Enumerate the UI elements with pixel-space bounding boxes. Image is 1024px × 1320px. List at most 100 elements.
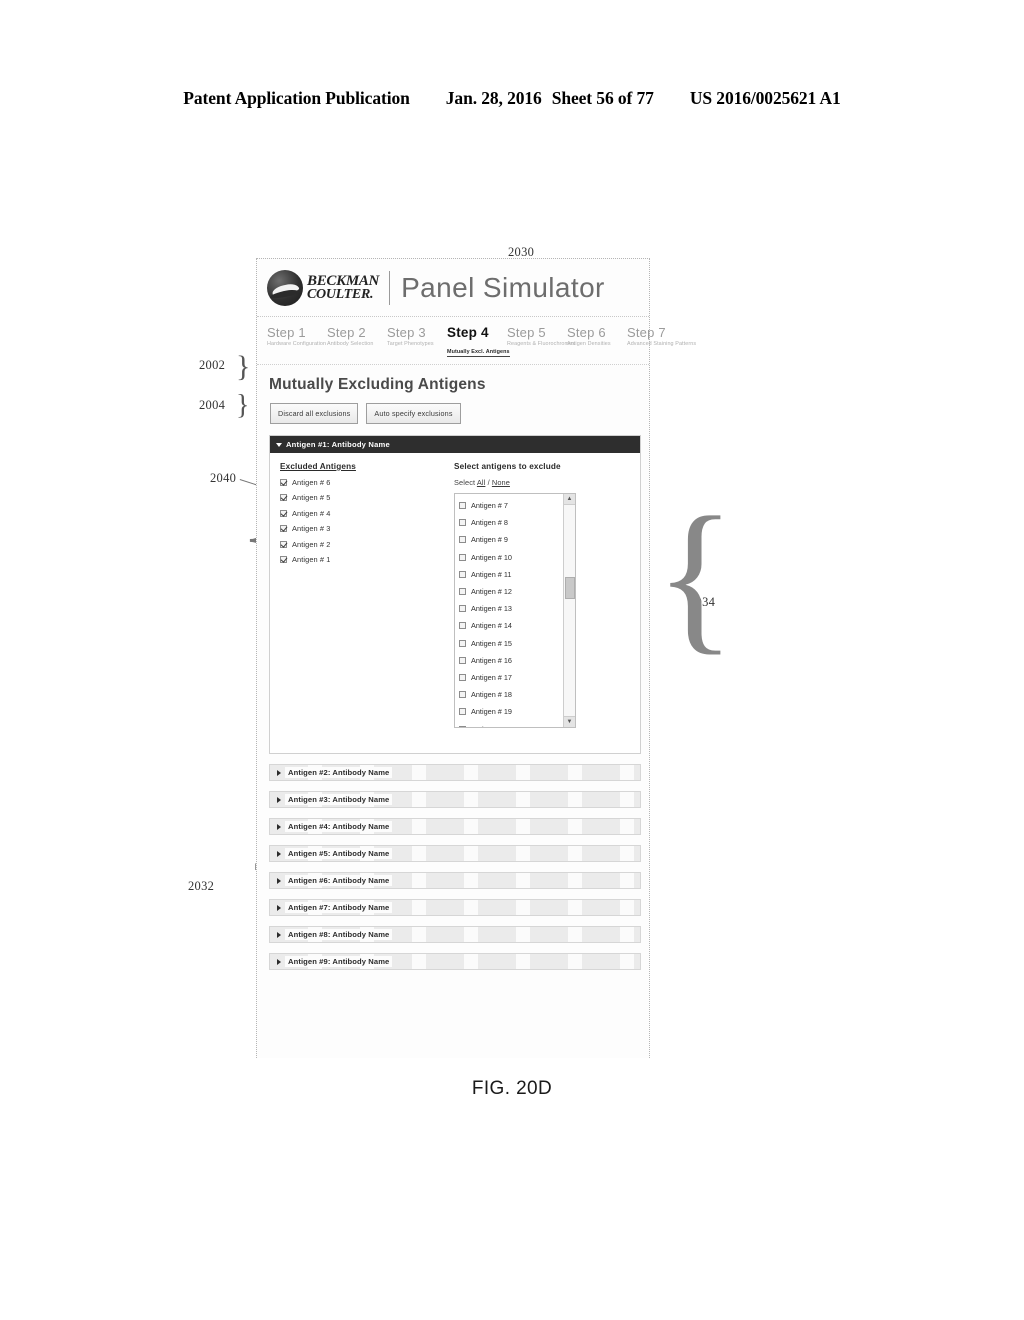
step-sublabel-6: Antigen Densities <box>567 341 611 347</box>
list-item[interactable]: Antigen # 9 <box>459 531 563 548</box>
list-item[interactable]: Antigen # 18 <box>459 686 563 703</box>
collapsed-row-3[interactable]: Antigen #3: Antibody Name <box>269 791 641 808</box>
list-item-label: Antigen # 7 <box>471 501 508 511</box>
page-title: Mutually Excluding Antigens <box>269 376 486 393</box>
checkbox-icon[interactable] <box>280 525 287 532</box>
callout-2040: 2040 <box>210 471 237 485</box>
excluded-item-2[interactable]: Antigen # 5 <box>280 493 448 502</box>
collapsed-row-2[interactable]: Antigen #2: Antibody Name <box>269 764 641 781</box>
excluded-item-label: Antigen # 1 <box>292 555 331 564</box>
excluded-item-6[interactable]: Antigen # 1 <box>280 555 448 564</box>
list-item-label: Antigen # 15 <box>471 638 512 648</box>
select-antigens-heading: Select antigens to exclude <box>454 462 561 471</box>
antigen-select-listbox[interactable]: Antigen # 7 Antigen # 8 Antigen # 9 Anti… <box>454 493 576 728</box>
select-separator: / <box>487 478 490 487</box>
patent-running-header: Patent Application Publication Jan. 28, … <box>0 88 1024 109</box>
excluded-item-5[interactable]: Antigen # 2 <box>280 540 448 549</box>
collapsed-row-7[interactable]: Antigen #7: Antibody Name <box>269 899 641 916</box>
step-item-6[interactable]: Step 6 Antigen Densities <box>567 325 617 358</box>
collapsed-row-label: Antigen #9: Antibody Name <box>285 956 393 967</box>
checkbox-icon[interactable] <box>459 605 466 613</box>
discard-all-exclusions-button[interactable]: Discard all exclusions <box>270 403 359 424</box>
collapsed-row-label: Antigen #2: Antibody Name <box>285 767 393 778</box>
step-sublabel-4: Mutually Excl. Antigens <box>447 349 510 357</box>
chevron-right-icon <box>277 823 281 830</box>
excluded-item-4[interactable]: Antigen # 3 <box>280 524 448 533</box>
excluded-item-3[interactable]: Antigen # 4 <box>280 509 448 518</box>
collapsed-row-8[interactable]: Antigen #8: Antibody Name <box>269 926 641 943</box>
chevron-right-icon <box>277 769 281 776</box>
excluded-item-label: Antigen # 3 <box>292 524 331 533</box>
listbox-scrollbar[interactable]: ▲ ▼ <box>563 494 575 727</box>
collapsed-row-6[interactable]: Antigen #6: Antibody Name <box>269 872 641 889</box>
checkbox-icon[interactable] <box>280 478 287 486</box>
step-item-2[interactable]: Step 2 Antibody Selection <box>327 325 377 358</box>
chevron-right-icon <box>277 877 281 884</box>
auto-specify-exclusions-button[interactable]: Auto specify exclusions <box>366 403 461 424</box>
scroll-up-arrow-icon[interactable]: ▲ <box>563 494 575 505</box>
step-item-4[interactable]: Step 4 Mutually Excl. Antigens <box>447 325 510 358</box>
excluded-item-label: Antigen # 5 <box>292 493 331 502</box>
checkbox-icon[interactable] <box>459 691 466 699</box>
checkbox-icon[interactable] <box>280 494 287 501</box>
list-item[interactable]: Antigen # 15 <box>459 635 563 652</box>
scrollbar-track[interactable] <box>563 505 575 716</box>
list-item[interactable]: Antigen # 19 <box>459 703 563 720</box>
list-item[interactable]: Antigen # 14 <box>459 617 563 634</box>
scrollbar-thumb[interactable] <box>564 577 575 599</box>
select-all-link[interactable]: All <box>477 478 486 487</box>
step-item-7[interactable]: Step 7 Advanced Staining Patterns <box>627 325 696 358</box>
antigen-panel-open: Antigen #1: Antibody Name Excluded Antig… <box>269 435 641 754</box>
callout-2004: 2004 <box>199 398 226 412</box>
checkbox-icon[interactable] <box>459 502 466 510</box>
checkbox-icon[interactable] <box>459 622 466 630</box>
sheet-number: Sheet 56 of 77 <box>551 88 654 108</box>
list-item[interactable]: Antigen # 8 <box>459 514 563 531</box>
checkbox-icon[interactable] <box>459 725 466 727</box>
step-item-5[interactable]: Step 5 Reagents & Fluorochromes <box>507 325 575 358</box>
list-item[interactable]: Antigen # 16 <box>459 652 563 669</box>
list-item[interactable]: Antigen # 17 <box>459 669 563 686</box>
list-item-label: Antigen # 19 <box>471 707 512 717</box>
scroll-down-arrow-icon[interactable]: ▼ <box>563 716 575 727</box>
checkbox-icon[interactable] <box>459 673 466 681</box>
step-sublabel-1: Hardware Configuration <box>267 341 327 347</box>
collapsed-antigen-rows: Antigen #2: Antibody Name Antigen #3: An… <box>257 764 649 970</box>
brace-2002: } <box>236 350 251 383</box>
step-label-2: Step 2 <box>327 325 366 340</box>
list-item-label: Antigen # 14 <box>471 621 512 631</box>
list-item[interactable]: Antigen # 7 <box>459 497 563 514</box>
action-button-group: Discard all exclusions Auto specify excl… <box>257 394 649 424</box>
collapsed-row-9[interactable]: Antigen #9: Antibody Name <box>269 953 641 970</box>
checkbox-icon[interactable] <box>280 556 287 563</box>
collapsed-row-5[interactable]: Antigen #5: Antibody Name <box>269 845 641 862</box>
chevron-right-icon <box>277 850 281 857</box>
list-item[interactable]: Antigen # 12 <box>459 583 563 600</box>
checkbox-icon[interactable] <box>459 708 466 716</box>
checkbox-icon[interactable] <box>280 509 287 517</box>
list-item[interactable]: Antigen # 10 <box>459 549 563 566</box>
checkbox-icon[interactable] <box>459 588 466 596</box>
step-label-4: Step 4 <box>447 325 489 340</box>
checkbox-icon[interactable] <box>459 553 466 561</box>
list-item-label: Antigen # 17 <box>471 672 512 682</box>
checkbox-icon[interactable] <box>459 519 466 527</box>
checkbox-icon[interactable] <box>459 639 466 647</box>
brand-wordmark: BECKMAN COULTER. <box>307 273 379 302</box>
list-item[interactable]: Antigen # 20 <box>459 720 563 727</box>
checkbox-icon[interactable] <box>459 570 466 578</box>
checkbox-icon[interactable] <box>280 540 287 548</box>
step-item-1[interactable]: Step 1 Hardware Configuration <box>267 325 327 358</box>
list-item-label: Antigen # 18 <box>471 690 512 700</box>
checkbox-icon[interactable] <box>459 656 466 664</box>
list-item[interactable]: Antigen # 11 <box>459 566 563 583</box>
collapsed-row-4[interactable]: Antigen #4: Antibody Name <box>269 818 641 835</box>
step-item-3[interactable]: Step 3 Target Phenotypes <box>387 325 437 358</box>
antigen-panel-header[interactable]: Antigen #1: Antibody Name <box>270 436 640 453</box>
list-item[interactable]: Antigen # 13 <box>459 600 563 617</box>
list-item-label: Antigen # 9 <box>471 535 508 545</box>
figure-caption: FIG. 20D <box>471 1078 553 1099</box>
excluded-item-1[interactable]: Antigen # 6 <box>280 478 448 487</box>
select-none-link[interactable]: None <box>492 478 510 487</box>
checkbox-icon[interactable] <box>459 536 466 544</box>
